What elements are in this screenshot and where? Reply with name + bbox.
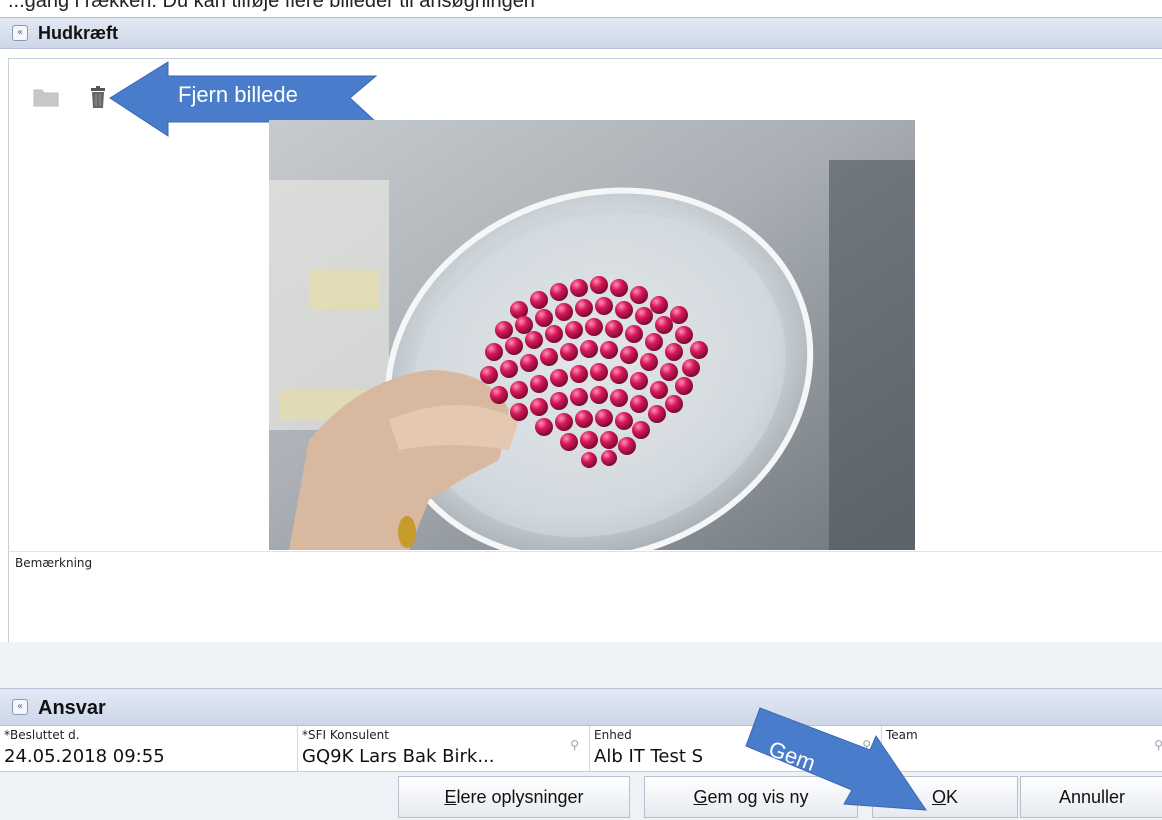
- button-bar: Elere oplysninger Gem og vis ny OK Annul…: [0, 772, 1162, 820]
- field-label: *SFI Konsulent: [302, 728, 389, 742]
- spacer: [0, 642, 1162, 688]
- button-label: K: [946, 787, 959, 807]
- cancel-button[interactable]: Annuller: [1020, 776, 1162, 818]
- field-label: Enhed: [594, 728, 632, 742]
- accesskey: G: [693, 787, 708, 807]
- callout-remove-text: Fjern billede: [178, 82, 298, 107]
- remark-label: Bemærkning: [15, 556, 93, 570]
- section-title: Ansvar: [38, 697, 106, 719]
- collapse-icon[interactable]: «: [12, 25, 28, 41]
- field-value: Alb IT Test S: [594, 746, 704, 767]
- sfi-consultant-field[interactable]: *SFI Konsulent GQ9K Lars Bak Birk... ⚲: [297, 726, 589, 771]
- field-value: 24.05.2018 09:55: [4, 746, 165, 767]
- collapse-icon[interactable]: «: [12, 699, 28, 715]
- section-title: Hudkræft: [38, 23, 118, 43]
- accesskey: E: [444, 787, 457, 807]
- button-label: lere oplysninger: [456, 787, 584, 807]
- folder-icon[interactable]: [32, 86, 60, 108]
- more-info-button[interactable]: Elere oplysninger: [398, 776, 630, 818]
- field-value: GQ9K Lars Bak Birk...: [302, 746, 495, 767]
- section-header-ansvar[interactable]: « Ansvar: [0, 688, 1162, 726]
- section-header-hudkraeft[interactable]: « Hudkræft: [0, 17, 1162, 49]
- ansvar-fields: *Besluttet d. 24.05.2018 09:55 *SFI Kons…: [0, 726, 1162, 772]
- decided-date-field[interactable]: *Besluttet d. 24.05.2018 09:55: [0, 726, 296, 771]
- petri-dish-photo: [269, 120, 915, 550]
- search-icon[interactable]: ⚲: [1154, 738, 1162, 752]
- remark-field[interactable]: Bemærkning: [8, 551, 1162, 643]
- field-label: *Besluttet d.: [4, 728, 80, 742]
- search-icon[interactable]: ⚲: [570, 738, 579, 752]
- top-caption: ...gang i rækken. Du kan tilføje flere b…: [8, 0, 535, 12]
